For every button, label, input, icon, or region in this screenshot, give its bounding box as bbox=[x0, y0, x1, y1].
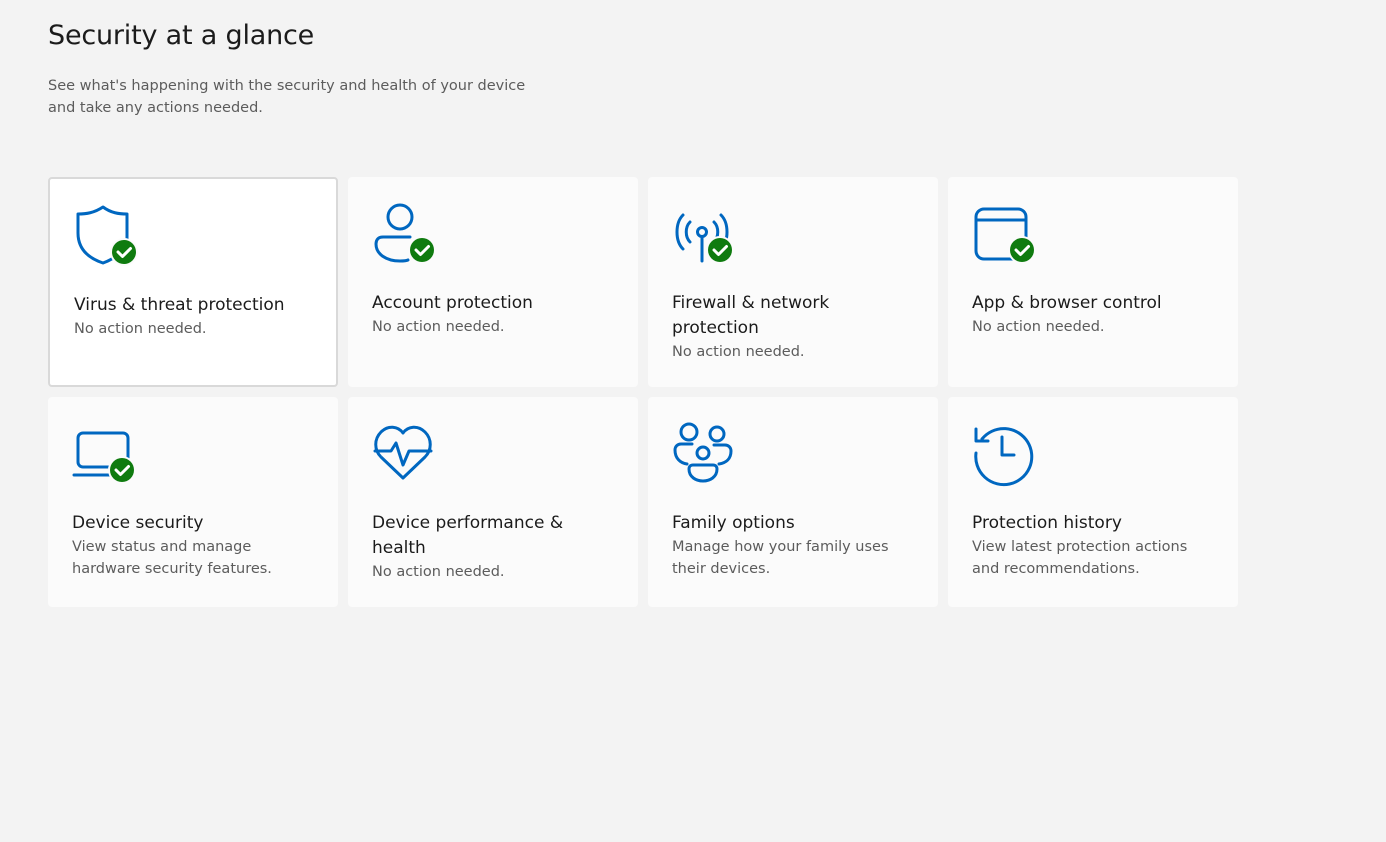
tiles-grid: Virus & threat protection No action need… bbox=[48, 177, 1238, 607]
tile-firewall-network-protection[interactable]: Firewall & network protection No action … bbox=[648, 177, 938, 387]
tile-status: View latest protection actions and recom… bbox=[972, 539, 1188, 577]
check-badge-icon bbox=[108, 456, 136, 484]
tile-title: Account protection bbox=[372, 293, 533, 313]
tile-title: App & browser control bbox=[972, 293, 1162, 313]
check-badge-icon bbox=[110, 238, 138, 266]
person-icon bbox=[372, 201, 438, 267]
tile-status: View status and manage hardware security… bbox=[72, 539, 272, 577]
laptop-icon bbox=[72, 421, 138, 487]
tile-status: No action needed. bbox=[372, 564, 505, 580]
history-clock-icon bbox=[972, 421, 1038, 487]
check-badge-icon bbox=[1008, 236, 1036, 264]
tile-status: No action needed. bbox=[672, 344, 805, 360]
family-icon bbox=[672, 421, 738, 487]
page-subtitle: See what's happening with the security a… bbox=[48, 78, 526, 116]
tile-virus-threat-protection[interactable]: Virus & threat protection No action need… bbox=[48, 177, 338, 387]
tile-title: Device security bbox=[72, 513, 204, 533]
tile-title: Family options bbox=[672, 513, 795, 533]
tile-status: No action needed. bbox=[972, 319, 1105, 335]
antenna-icon bbox=[672, 201, 738, 267]
tile-title: Device performance & health bbox=[372, 513, 564, 558]
tile-status: No action needed. bbox=[372, 319, 505, 335]
tile-family-options[interactable]: Family options Manage how your family us… bbox=[648, 397, 938, 607]
browser-window-icon bbox=[972, 201, 1038, 267]
page-title: Security at a glance bbox=[48, 20, 315, 51]
tile-app-browser-control[interactable]: App & browser control No action needed. bbox=[948, 177, 1238, 387]
tile-device-security[interactable]: Device security View status and manage h… bbox=[48, 397, 338, 607]
tile-device-performance-health[interactable]: Device performance & health No action ne… bbox=[348, 397, 638, 607]
check-badge-icon bbox=[408, 236, 436, 264]
tile-status: No action needed. bbox=[74, 321, 207, 337]
tile-protection-history[interactable]: Protection history View latest protectio… bbox=[948, 397, 1238, 607]
shield-icon bbox=[74, 203, 140, 269]
tile-status: Manage how your family uses their device… bbox=[672, 539, 889, 577]
tile-title: Firewall & network protection bbox=[672, 293, 830, 338]
tile-title: Protection history bbox=[972, 513, 1122, 533]
tile-account-protection[interactable]: Account protection No action needed. bbox=[348, 177, 638, 387]
heart-pulse-icon bbox=[372, 421, 438, 487]
security-at-a-glance-page: Security at a glance See what's happenin… bbox=[0, 0, 1386, 842]
tile-title: Virus & threat protection bbox=[74, 295, 285, 315]
check-badge-icon bbox=[706, 236, 734, 264]
